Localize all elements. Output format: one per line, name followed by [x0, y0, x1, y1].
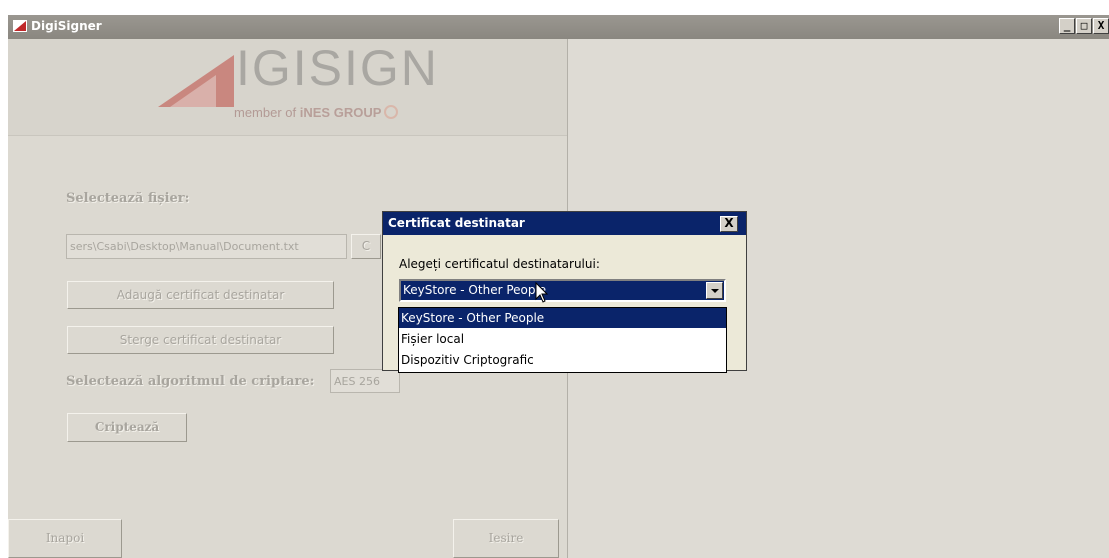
logo-tag-prefix: member of: [234, 105, 300, 120]
mouse-cursor-icon: [535, 282, 549, 303]
dropdown-option-keystore[interactable]: KeyStore - Other People: [399, 308, 726, 328]
certificate-prompt: Alegeți certificatul destinatarului:: [399, 257, 600, 271]
exit-button[interactable]: Iesire: [453, 519, 559, 558]
encrypt-button[interactable]: Criptează: [67, 413, 187, 442]
title-bar[interactable]: DigiSigner _ □ X: [8, 15, 1109, 39]
browse-button[interactable]: C: [351, 234, 381, 259]
dropdown-option-local-file[interactable]: Fișier local: [399, 329, 726, 349]
close-button[interactable]: X: [1093, 18, 1109, 34]
dialog-title: Certificat destinatar: [388, 216, 525, 230]
file-path-field[interactable]: sers\Csabi\Desktop\Manual\Document.txt: [66, 234, 347, 259]
logo-tag-brand: iNES GROUP: [299, 105, 382, 120]
window-title: DigiSigner: [31, 19, 102, 33]
algorithm-label: Selectează algoritmul de criptare:: [66, 374, 315, 389]
app-logo-icon: [13, 20, 27, 32]
maximize-button[interactable]: □: [1076, 18, 1092, 34]
certificate-source-dropdown: KeyStore - Other People Fișier local Dis…: [398, 307, 727, 373]
logo-tagline: member of iNES GROUP: [234, 105, 399, 120]
logo-wordmark: IGISIGN: [236, 40, 439, 96]
dropdown-option-crypto-device[interactable]: Dispozitiv Criptografic: [399, 350, 726, 370]
ines-circle-icon: [384, 105, 399, 119]
certificate-source-value: KeyStore - Other People: [403, 283, 547, 297]
add-certificate-button[interactable]: Adaugă certificat destinatar: [67, 281, 334, 309]
minimize-button[interactable]: _: [1059, 18, 1075, 34]
chevron-down-icon[interactable]: [706, 282, 723, 299]
algorithm-select[interactable]: AES 256: [330, 369, 400, 393]
logo-banner: IGISIGN member of iNES GROUP: [8, 39, 567, 136]
remove-certificate-button[interactable]: Sterge certificat destinatar: [67, 326, 334, 354]
digisign-logo-icon: [158, 55, 234, 107]
back-button[interactable]: Inapoi: [8, 519, 122, 558]
certificate-source-select[interactable]: KeyStore - Other People: [399, 279, 726, 302]
dialog-title-bar[interactable]: Certificat destinatar X: [383, 212, 746, 235]
select-file-label: Selectează fișier:: [66, 191, 190, 206]
dialog-close-button[interactable]: X: [720, 216, 738, 232]
